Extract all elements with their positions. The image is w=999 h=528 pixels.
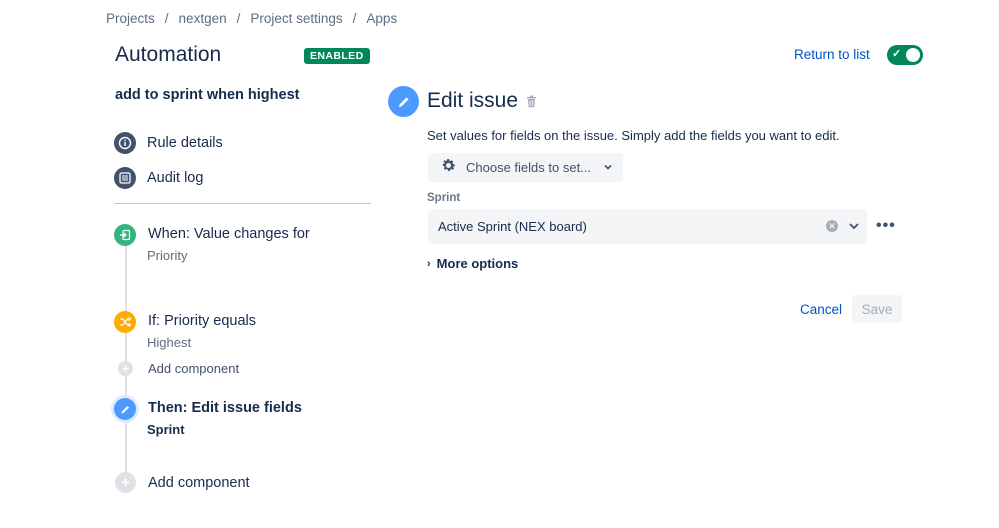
trash-icon[interactable]	[526, 95, 537, 113]
add-component-label: Add component	[148, 361, 240, 376]
breadcrumb-separator: /	[164, 11, 169, 26]
trigger-icon	[114, 224, 136, 246]
pencil-icon	[114, 398, 136, 420]
check-icon: ✓	[892, 48, 902, 60]
plus-icon: +	[118, 361, 133, 376]
status-badge: ENABLED	[304, 48, 370, 64]
breadcrumb-nextgen[interactable]: nextgen	[179, 11, 227, 26]
sidebar-item-label: Rule details	[147, 135, 223, 151]
toggle-knob	[906, 48, 920, 62]
breadcrumb-project-settings[interactable]: Project settings	[250, 11, 342, 26]
choose-fields-label: Choose fields to set...	[466, 160, 592, 175]
breadcrumb-apps[interactable]: Apps	[366, 11, 397, 26]
flow-connector	[125, 245, 127, 313]
step-subtitle: Highest	[147, 335, 192, 350]
chevron-down-icon[interactable]	[847, 219, 861, 238]
sprint-select-value: Active Sprint (NEX board)	[438, 219, 587, 234]
add-component-label: Add component	[148, 474, 250, 491]
sprint-field-label: Sprint	[427, 192, 461, 204]
info-icon	[114, 132, 136, 154]
step-title: When: Value changes for	[148, 226, 310, 242]
chevron-right-icon: ›	[427, 257, 431, 270]
shuffle-icon	[114, 311, 136, 333]
step-title: Then: Edit issue fields	[148, 400, 302, 416]
breadcrumb-projects[interactable]: Projects	[106, 11, 155, 26]
sprint-select[interactable]: Active Sprint (NEX board) ✕	[428, 209, 867, 244]
sidebar-item-label: Audit log	[147, 170, 204, 186]
page-title: Automation	[115, 43, 222, 66]
gear-icon	[440, 157, 457, 179]
more-actions-icon[interactable]: •••	[876, 217, 896, 235]
sidebar-item-audit-log[interactable]: Audit log	[114, 167, 203, 189]
rule-name: add to sprint when highest	[115, 87, 300, 103]
cancel-button[interactable]: Cancel	[792, 295, 850, 323]
chevron-down-icon	[603, 159, 613, 177]
add-component-button[interactable]: + Add component	[115, 472, 250, 493]
editor-description: Set values for fields on the issue. Simp…	[427, 128, 840, 143]
editor-title: Edit issue	[427, 89, 519, 112]
breadcrumb-separator: /	[236, 11, 241, 26]
more-options-label: More options	[436, 256, 519, 271]
plus-icon: +	[115, 472, 136, 493]
step-subtitle: Priority	[147, 248, 188, 263]
sidebar-divider	[114, 203, 371, 204]
choose-fields-button[interactable]: Choose fields to set...	[428, 153, 623, 182]
clear-icon[interactable]: ✕	[826, 220, 838, 232]
list-icon	[114, 167, 136, 189]
sidebar-item-rule-details[interactable]: Rule details	[114, 132, 223, 154]
rule-enabled-toggle[interactable]: ✓	[887, 45, 923, 65]
return-to-list-link[interactable]: Return to list	[794, 47, 870, 62]
more-options-toggle[interactable]: › More options	[427, 256, 518, 271]
save-button[interactable]: Save	[852, 295, 902, 323]
step-subtitle: Sprint	[147, 422, 185, 437]
breadcrumb: Projects / nextgen / Project settings / …	[106, 11, 397, 26]
step-title: If: Priority equals	[148, 313, 256, 329]
add-component-button[interactable]: + Add component	[118, 361, 239, 376]
flow-connector	[125, 420, 127, 472]
breadcrumb-separator: /	[352, 11, 357, 26]
pencil-icon	[388, 86, 419, 117]
